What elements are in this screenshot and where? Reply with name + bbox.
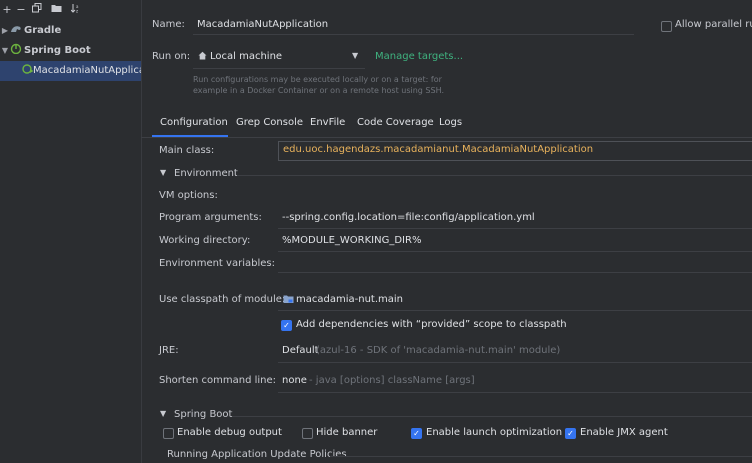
tree-item-label: Spring Boot bbox=[24, 45, 91, 56]
allow-parallel-checkbox[interactable] bbox=[661, 21, 672, 32]
spring-boot-icon bbox=[10, 41, 22, 61]
shorten-cmd-dropdown[interactable]: none - java [options] className [args] bbox=[278, 370, 752, 390]
name-input[interactable]: MacadamiaNutApplication bbox=[197, 19, 328, 30]
section-divider bbox=[237, 175, 752, 176]
name-input-underline bbox=[193, 34, 634, 35]
tree-toolbar: + − az bbox=[0, 3, 141, 19]
debug-output-label: Enable debug output bbox=[177, 427, 282, 438]
hide-banner-checkbox[interactable] bbox=[302, 428, 313, 439]
run-config-tree: + − az ▶ Gradle ▼ Spring Boot MacadamiaN… bbox=[0, 0, 142, 463]
program-args-underline bbox=[278, 228, 752, 229]
shorten-cmd-label: Shorten command line: bbox=[159, 375, 277, 386]
program-args-label: Program arguments: bbox=[159, 212, 262, 223]
run-on-hint-line2: example in a Docker Container or on a re… bbox=[193, 86, 444, 95]
tree-item-macadamia-nut-application[interactable]: MacadamiaNutApplication bbox=[0, 61, 141, 81]
jmx-agent-checkbox[interactable]: ✓ bbox=[565, 428, 576, 439]
tab-bar: Configuration Grep Console EnvFile Code … bbox=[0, 117, 752, 133]
shorten-cmd-underline bbox=[278, 392, 752, 393]
vm-options-label: VM options: bbox=[159, 190, 218, 201]
chevron-down-icon[interactable]: ▼ bbox=[160, 168, 166, 177]
chevron-right-icon[interactable]: ▶ bbox=[1, 21, 9, 41]
run-on-underline bbox=[193, 68, 365, 69]
chevron-down-icon[interactable]: ▼ bbox=[1, 41, 9, 61]
jre-label: JRE: bbox=[159, 345, 179, 356]
jre-dropdown[interactable]: Default (azul-16 - SDK of 'macadamia-nut… bbox=[278, 340, 752, 360]
jre-underline bbox=[278, 362, 752, 363]
jmx-agent-label: Enable JMX agent bbox=[580, 427, 668, 438]
run-on-dropdown[interactable]: Local machine ▼ bbox=[196, 49, 362, 65]
tree-item-label: Gradle bbox=[24, 25, 62, 36]
folder-icon[interactable] bbox=[49, 3, 63, 17]
copy-icon[interactable] bbox=[30, 3, 44, 17]
run-on-label: Run on: bbox=[152, 51, 191, 62]
env-vars-underline[interactable] bbox=[278, 272, 752, 273]
classpath-underline bbox=[278, 310, 752, 311]
launch-optimization-label: Enable launch optimization bbox=[426, 427, 563, 438]
jre-value: Default bbox=[282, 345, 319, 356]
tab-code-coverage[interactable]: Code Coverage bbox=[357, 117, 434, 128]
chevron-down-icon[interactable]: ▼ bbox=[160, 409, 166, 418]
run-on-value: Local machine bbox=[210, 51, 283, 62]
add-deps-label: Add dependencies with “provided” scope t… bbox=[296, 319, 567, 330]
main-class-input[interactable]: edu.uoc.hagendazs.macadamianut.Macadamia… bbox=[278, 141, 752, 161]
svg-text:z: z bbox=[76, 9, 78, 14]
shorten-cmd-value: none bbox=[282, 375, 307, 386]
tab-divider bbox=[141, 137, 752, 138]
chevron-down-icon: ▼ bbox=[352, 51, 359, 60]
tab-grep-console[interactable]: Grep Console bbox=[236, 117, 303, 128]
allow-parallel-label: Allow parallel run bbox=[675, 19, 752, 30]
section-divider bbox=[233, 416, 752, 417]
manage-targets-link[interactable]: Manage targets... bbox=[375, 51, 463, 62]
environment-section-title: Environment bbox=[174, 168, 238, 179]
tree-item-label: MacadamiaNutApplication bbox=[33, 65, 141, 76]
hide-banner-label: Hide banner bbox=[316, 427, 378, 438]
working-dir-underline bbox=[278, 251, 752, 252]
working-dir-input[interactable]: %MODULE_WORKING_DIR% bbox=[282, 235, 421, 246]
working-dir-label: Working directory: bbox=[159, 235, 251, 246]
shorten-cmd-detail: - java [options] className [args] bbox=[309, 375, 475, 386]
name-label: Name: bbox=[152, 19, 185, 30]
gradle-icon bbox=[10, 21, 22, 41]
add-icon[interactable]: + bbox=[0, 3, 14, 17]
program-args-input[interactable]: --spring.config.location=file:config/app… bbox=[282, 212, 535, 223]
tab-logs[interactable]: Logs bbox=[439, 117, 462, 128]
env-vars-label: Environment variables: bbox=[159, 258, 275, 269]
main-class-value: edu.uoc.hagendazs.macadamianut.Macadamia… bbox=[283, 144, 594, 155]
section-divider bbox=[330, 456, 752, 457]
remove-icon[interactable]: − bbox=[14, 3, 28, 17]
main-class-label: Main class: bbox=[159, 145, 215, 156]
tab-envfile[interactable]: EnvFile bbox=[310, 117, 345, 128]
debug-output-checkbox[interactable] bbox=[163, 428, 174, 439]
tab-configuration[interactable]: Configuration bbox=[160, 117, 228, 128]
sort-icon[interactable]: az bbox=[69, 3, 83, 17]
classpath-dropdown[interactable]: macadamia-nut.main bbox=[296, 294, 403, 305]
launch-optimization-checkbox[interactable]: ✓ bbox=[411, 428, 422, 439]
add-deps-checkbox[interactable]: ✓ bbox=[281, 320, 292, 331]
home-icon bbox=[198, 51, 207, 63]
module-icon bbox=[283, 294, 294, 307]
tree-item-gradle[interactable]: ▶ Gradle bbox=[0, 21, 141, 41]
spring-boot-section-title: Spring Boot bbox=[174, 409, 233, 420]
update-policies-title: Running Application Update Policies bbox=[167, 449, 347, 460]
jre-detail: (azul-16 - SDK of 'macadamia-nut.main' m… bbox=[316, 345, 561, 356]
run-on-hint-line1: Run configurations may be executed local… bbox=[193, 75, 442, 84]
tree-item-spring-boot[interactable]: ▼ Spring Boot bbox=[0, 41, 141, 61]
classpath-label: Use classpath of module: bbox=[159, 294, 286, 305]
